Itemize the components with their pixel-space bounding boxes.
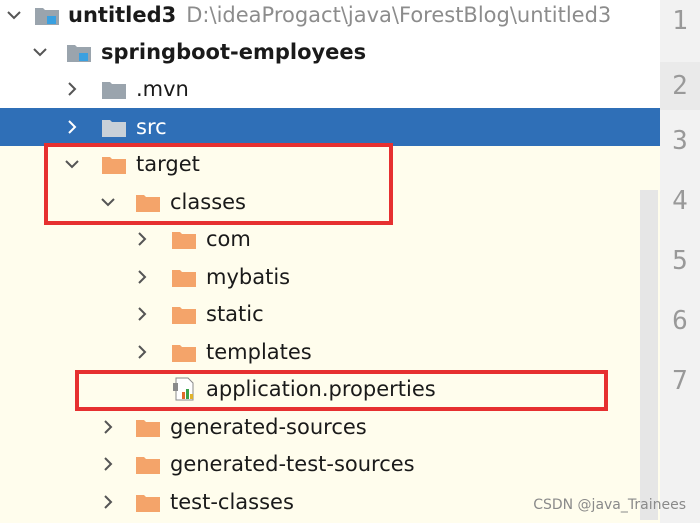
item-label: .mvn [136,76,189,101]
item-label: mybatis [206,264,291,289]
root-project-label: untitled3 D:\ideaProgact\java\ForestBlog\… [68,3,611,27]
tree-row-root[interactable]: untitled3 D:\ideaProgact\java\ForestBlog\… [0,0,660,34]
line-number: 6 [672,306,688,336]
chevron-down-icon[interactable] [32,44,48,60]
line-number: 7 [672,366,688,396]
item-label: test-classes [170,489,294,514]
excluded-folder-icon [171,341,197,363]
tree-row-src[interactable]: src [0,108,660,146]
item-label: src [136,114,167,139]
highlight-box-application-properties [75,370,608,411]
tree-row-static[interactable]: static [0,295,660,333]
excluded-folder-icon [135,416,161,438]
line-number: 1 [672,6,688,36]
chevron-right-icon[interactable] [100,456,116,472]
root-project-path: D:\ideaProgact\java\ForestBlog\untitled3 [186,2,612,27]
tree-row-generated-sources[interactable]: generated-sources [0,408,660,446]
chevron-right-icon[interactable] [134,231,150,247]
project-folder-icon [34,4,60,26]
highlight-box-target-classes [44,143,393,225]
chevron-right-icon[interactable] [134,306,150,322]
excluded-folder-icon [171,228,197,250]
tree-row-generated-test-sources[interactable]: generated-test-sources [0,445,660,483]
tree-row-module[interactable]: springboot-employees [0,33,660,71]
item-label: com [206,226,251,251]
item-label: templates [206,339,312,364]
item-label: static [206,301,264,326]
tree-row-mybatis[interactable]: mybatis [0,258,660,296]
item-label: generated-test-sources [170,451,415,476]
line-number: 5 [672,246,688,276]
excluded-folder-icon [135,453,161,475]
line-number: 2 [660,62,700,110]
tree-row-com[interactable]: com [0,220,660,258]
chevron-right-icon[interactable] [64,81,80,97]
editor-line-gutter: 1 2 3 4 5 6 7 [660,0,700,523]
chevron-right-icon[interactable] [100,494,116,510]
project-tree-panel: untitled3 D:\ideaProgact\java\ForestBlog\… [0,0,660,523]
line-number: 3 [672,126,688,156]
chevron-right-icon[interactable] [100,419,116,435]
module-label: springboot-employees [101,39,367,64]
chevron-right-icon[interactable] [134,269,150,285]
chevron-right-icon[interactable] [64,119,80,135]
module-folder-icon [66,41,92,63]
root-project-name: untitled3 [68,2,177,27]
tree-row-mvn[interactable]: .mvn [0,70,660,108]
excluded-folder-icon [171,303,197,325]
line-number: 4 [672,186,688,216]
item-label: generated-sources [170,414,367,439]
tree-row-templates[interactable]: templates [0,333,660,371]
chevron-right-icon[interactable] [134,344,150,360]
watermark-text: CSDN @java_Trainees [533,497,686,513]
vertical-scrollbar[interactable] [640,190,658,520]
excluded-folder-icon [135,491,161,513]
excluded-folder-icon [171,266,197,288]
folder-icon [101,78,127,100]
chevron-down-icon[interactable] [6,7,22,23]
folder-icon [101,116,127,138]
